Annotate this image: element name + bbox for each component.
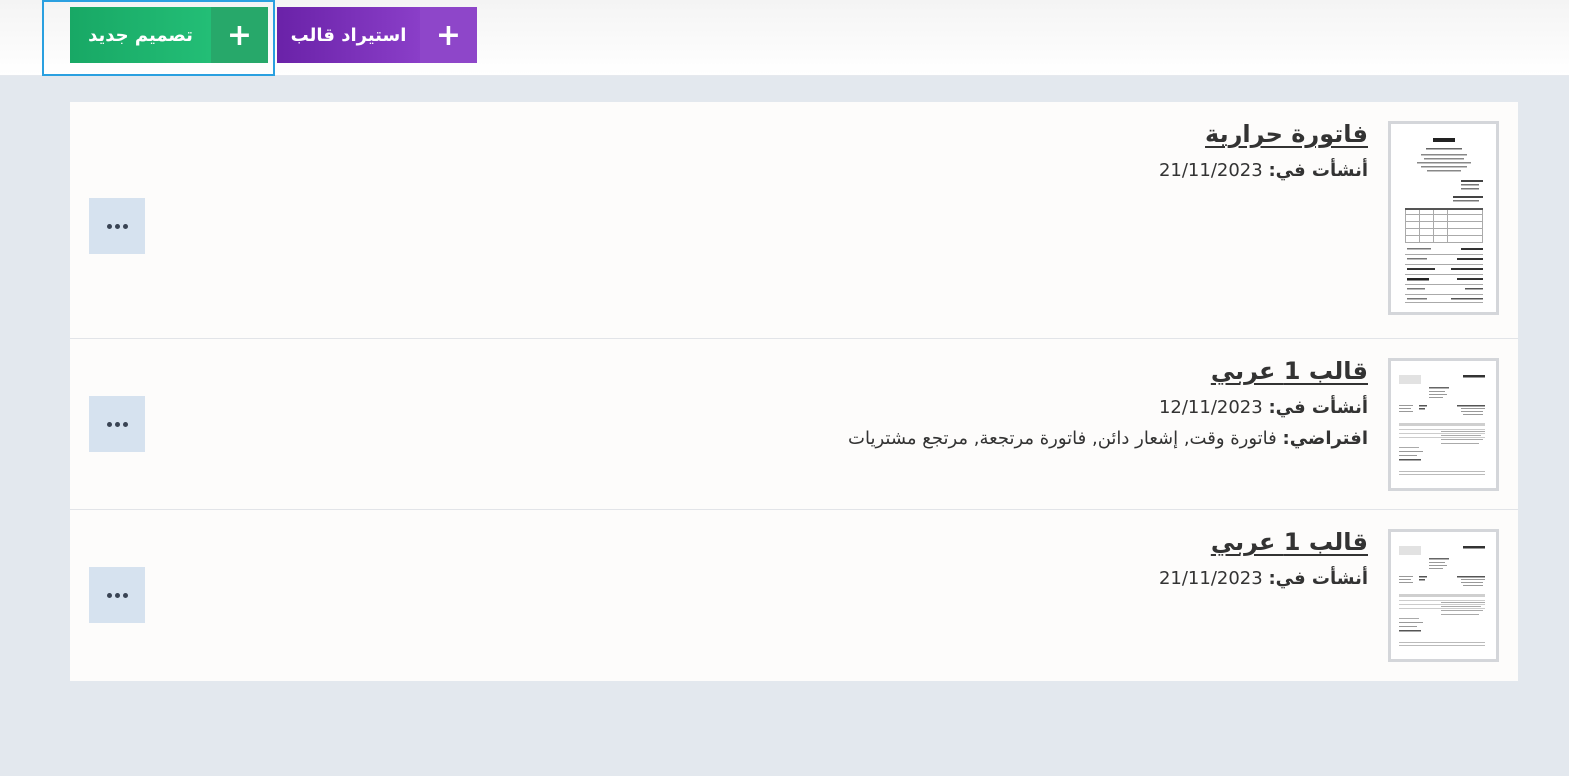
more-horizontal-icon bbox=[106, 223, 128, 229]
more-options-button[interactable] bbox=[89, 396, 145, 452]
template-title[interactable]: قالب 1 عربي bbox=[1159, 528, 1368, 556]
created-date-line: أنشأت في: 12/11/2023 bbox=[848, 397, 1368, 418]
template-title[interactable]: فاتورة حرارية bbox=[1159, 120, 1368, 148]
plus-icon: + bbox=[211, 7, 268, 63]
template-info: قالب 1 عربي أنشأت في: 21/11/2023 bbox=[1159, 528, 1368, 589]
more-horizontal-icon bbox=[106, 592, 128, 598]
created-date: 21/11/2023 bbox=[1158, 160, 1263, 181]
templates-list: فاتورة حرارية أنشأت في: 21/11/2023 قالب … bbox=[70, 102, 1518, 681]
import-template-label: استيراد قالب bbox=[277, 7, 420, 63]
arabic-invoice-preview bbox=[1391, 361, 1496, 488]
template-info: فاتورة حرارية أنشأت في: 21/11/2023 bbox=[1159, 120, 1368, 181]
created-label: أنشأت في: bbox=[1268, 568, 1368, 589]
created-date: 21/11/2023 bbox=[1158, 568, 1263, 589]
new-design-button[interactable]: تصميم جديد + bbox=[70, 7, 268, 63]
plus-icon: + bbox=[420, 7, 477, 63]
default-for-line: افتراضي: فاتورة وقت, إشعار دائن, فاتورة … bbox=[848, 428, 1368, 449]
new-design-label: تصميم جديد bbox=[70, 7, 211, 63]
default-label: افتراضي: bbox=[1282, 428, 1368, 449]
top-toolbar: تصميم جديد + استيراد قالب + bbox=[0, 0, 1569, 76]
template-row: فاتورة حرارية أنشأت في: 21/11/2023 bbox=[70, 102, 1518, 339]
arabic-invoice-preview bbox=[1391, 532, 1496, 659]
created-date-line: أنشأت في: 21/11/2023 bbox=[1159, 160, 1368, 181]
template-row: قالب 1 عربي أنشأت في: 12/11/2023 افتراضي… bbox=[70, 339, 1518, 510]
template-thumbnail[interactable] bbox=[1388, 121, 1499, 315]
default-value: فاتورة وقت, إشعار دائن, فاتورة مرتجعة, م… bbox=[848, 428, 1277, 449]
created-date: 12/11/2023 bbox=[1158, 397, 1263, 418]
created-label: أنشأت في: bbox=[1268, 397, 1368, 418]
template-title[interactable]: قالب 1 عربي bbox=[848, 357, 1368, 385]
more-options-button[interactable] bbox=[89, 198, 145, 254]
more-options-button[interactable] bbox=[89, 567, 145, 623]
template-info: قالب 1 عربي أنشأت في: 12/11/2023 افتراضي… bbox=[848, 357, 1368, 449]
created-label: أنشأت في: bbox=[1268, 160, 1368, 181]
thermal-invoice-preview bbox=[1391, 124, 1496, 312]
template-row: قالب 1 عربي أنشأت في: 21/11/2023 bbox=[70, 510, 1518, 681]
created-date-line: أنشأت في: 21/11/2023 bbox=[1159, 568, 1368, 589]
more-horizontal-icon bbox=[106, 421, 128, 427]
template-thumbnail[interactable] bbox=[1388, 358, 1499, 491]
template-thumbnail[interactable] bbox=[1388, 529, 1499, 662]
import-template-button[interactable]: استيراد قالب + bbox=[277, 7, 477, 63]
